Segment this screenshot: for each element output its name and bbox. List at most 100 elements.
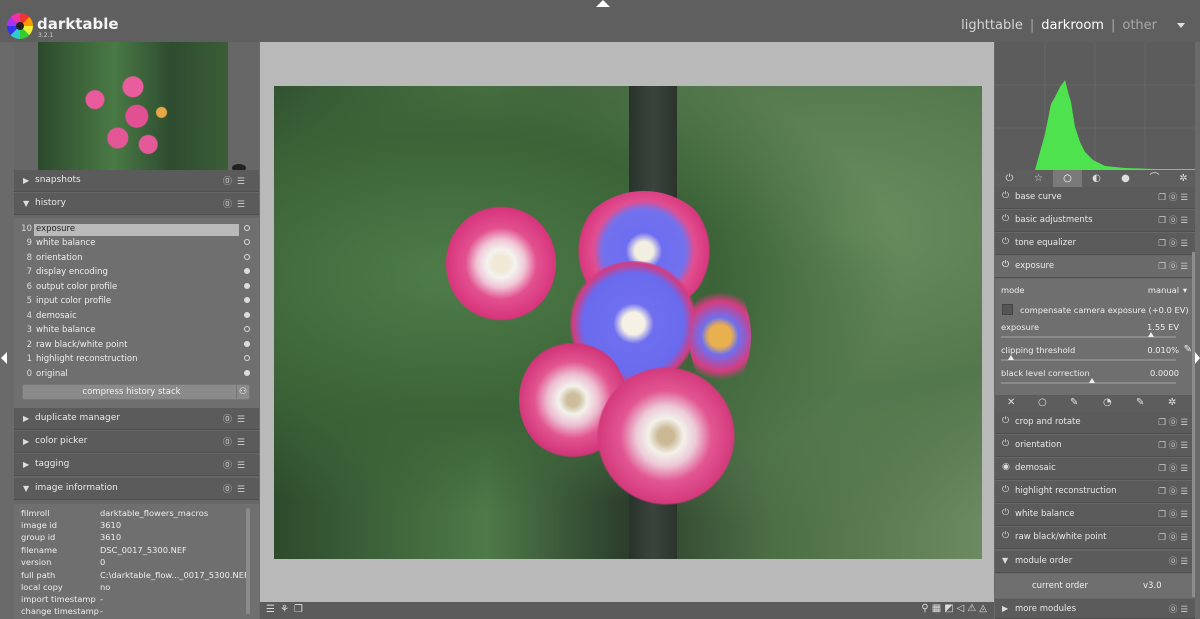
reset-presets-icons[interactable]: ⓪☰ [223, 482, 250, 495]
module-header-icons[interactable]: ❐⓪☰ [1158, 237, 1191, 249]
module-header-icons[interactable]: ❐⓪☰ [1158, 531, 1191, 543]
reset-presets-icons[interactable]: ⓪☰ [223, 458, 250, 471]
module-demosaic[interactable]: ◉ demosaic ❐⓪☰ [995, 458, 1195, 480]
star-icon[interactable]: ☆ [1024, 170, 1053, 188]
module-crop-and-rotate[interactable]: ⏻ crop and rotate ❐⓪☰ [995, 412, 1195, 434]
power-icon[interactable]: ⏻ [995, 170, 1024, 188]
clipping-slider[interactable] [1001, 355, 1176, 361]
module-header-icons[interactable]: ❐⓪☰ [1158, 462, 1191, 474]
mode-select[interactable]: manual [1148, 285, 1179, 295]
module-white-balance[interactable]: ⏻ white balance ❐⓪☰ [995, 504, 1195, 526]
module-group-tabs: ⏻ ☆ ○ ◐ ● ⌒ ✲ [995, 170, 1195, 188]
circle-icon[interactable]: ○ [1053, 170, 1082, 188]
module-header-icons[interactable]: ⓪☰ [1169, 555, 1191, 567]
correct-icon[interactable]: ⌒ [1140, 170, 1169, 188]
black-level-slider-row[interactable]: black level correction 0.0000 [1001, 368, 1189, 378]
chevron-down-icon[interactable] [1177, 23, 1185, 28]
exposure-slider[interactable] [1001, 332, 1176, 338]
module-orientation[interactable]: ⏻ orientation ❐⓪☰ [995, 435, 1195, 457]
module-header-icons[interactable]: ❐⓪☰ [1158, 485, 1191, 497]
history-item[interactable]: 3 white balance [14, 325, 259, 339]
power-icon[interactable]: ⏻ [1002, 237, 1009, 247]
exposure-slider-row[interactable]: exposure 1.55 EV [1001, 322, 1189, 332]
module-base-curve[interactable]: ⏻ base curve ❐⓪☰ [995, 187, 1195, 209]
module-header-icons[interactable]: ❐⓪☰ [1158, 260, 1191, 272]
reset-presets-icons[interactable]: ⓪☰ [223, 435, 250, 448]
module-header-icons[interactable]: ⓪☰ [1169, 603, 1191, 615]
more-modules[interactable]: ▶ more modules ⓪☰ [995, 599, 1195, 619]
module-exposure[interactable]: ⏻ exposure ❐⓪☰ [995, 256, 1195, 278]
collapse-right-panel-arrow-icon[interactable] [1195, 352, 1200, 364]
parametric-mask-icon[interactable]: ◔ [1103, 397, 1112, 408]
module-tagging[interactable]: ▶ tagging ⓪☰ [14, 454, 259, 476]
reset-presets-icons[interactable]: ⓪☰ [223, 412, 250, 425]
tone-icon[interactable]: ◐ [1082, 170, 1111, 188]
drawn-parametric-mask-icon[interactable]: ✎ [1136, 397, 1144, 408]
collapse-left-panel-arrow-icon[interactable] [1, 352, 7, 364]
close-icon[interactable]: ✕ [1007, 397, 1015, 408]
power-icon[interactable]: ⏻ [1002, 508, 1009, 518]
history-item[interactable]: 5 input color profile [14, 296, 259, 310]
power-icon[interactable]: ⏻ [1002, 416, 1009, 426]
compensate-checkbox[interactable] [1002, 304, 1013, 315]
slider-handle[interactable] [1088, 378, 1095, 383]
view-other[interactable]: other [1122, 18, 1157, 33]
slider-handle[interactable] [1008, 355, 1014, 360]
power-icon[interactable]: ⏻ [1002, 260, 1009, 270]
history-item[interactable]: 8 orientation [14, 253, 259, 267]
module-header-icons[interactable]: ❐⓪☰ [1158, 416, 1191, 428]
history-item[interactable]: 7 display encoding [14, 267, 259, 281]
overexposure-gamut-icons[interactable]: ⚲▦◩◁⚠◬ [921, 603, 990, 614]
black-level-slider[interactable] [1001, 378, 1176, 384]
clipping-slider-row[interactable]: clipping threshold 0.010% ✎ [1001, 344, 1192, 355]
raster-mask-icon[interactable]: ✲ [1168, 397, 1176, 408]
right-panel-scrollbar[interactable] [1192, 252, 1195, 597]
navigation-thumbnail[interactable] [38, 42, 246, 172]
module-duplicate-manager[interactable]: ▶ duplicate manager ⓪☰ [14, 408, 259, 430]
power-icon[interactable]: ⏻ [1002, 439, 1009, 449]
module-module-order[interactable]: ▼ module order ⓪☰ [995, 551, 1195, 573]
photo-canvas[interactable] [274, 86, 982, 559]
info-scrollbar[interactable] [246, 508, 250, 614]
module-tone-equalizer[interactable]: ⏻ tone equalizer ❐⓪☰ [995, 233, 1195, 255]
history-item[interactable]: 1 highlight reconstruction [14, 354, 259, 368]
history-item[interactable]: 10 exposure [14, 224, 259, 238]
module-color-picker[interactable]: ▶ color picker ⓪☰ [14, 431, 259, 453]
collapse-top-panel-arrow-icon[interactable] [596, 0, 610, 7]
module-basic-adjustments[interactable]: ⏻ basic adjustments ❐⓪☰ [995, 210, 1195, 232]
module-raw-black-white-point[interactable]: ⏻ raw black/white point ❐⓪☰ [995, 527, 1195, 549]
chevron-down-icon[interactable]: ▾ [1183, 285, 1187, 295]
history-item[interactable]: 9 white balance [14, 238, 259, 252]
module-header-icons[interactable]: ❐⓪☰ [1158, 439, 1191, 451]
reset-presets-icons[interactable]: ⓪☰ [223, 174, 250, 187]
slider-handle[interactable] [1148, 332, 1154, 337]
history-item[interactable]: 6 output color profile [14, 282, 259, 296]
module-snapshots[interactable]: ▶ snapshots ⓪☰ [14, 170, 259, 192]
module-header-icons[interactable]: ❐⓪☰ [1158, 508, 1191, 520]
color-icon[interactable]: ● [1111, 170, 1140, 188]
view-darkroom[interactable]: darkroom [1041, 18, 1104, 33]
view-lighttable[interactable]: lighttable [961, 18, 1023, 33]
quick-access-icons[interactable]: ☰⚘❐ [266, 604, 308, 615]
effect-icon[interactable]: ✲ [1169, 170, 1198, 188]
color-picker-icon[interactable]: ✎ [1184, 344, 1192, 355]
module-history[interactable]: ▼ history ⓪☰ [14, 193, 259, 215]
power-icon[interactable]: ⏻ [1002, 214, 1009, 224]
compress-history-button[interactable]: compress history stack [22, 384, 241, 400]
history-item[interactable]: 2 raw black/white point [14, 340, 259, 354]
reset-presets-icons[interactable]: ⓪☰ [223, 197, 250, 210]
history-item[interactable]: 4 demosaic [14, 311, 259, 325]
module-highlight-reconstruction[interactable]: ⏻ highlight reconstruction ❐⓪☰ [995, 481, 1195, 503]
module-header-icons[interactable]: ❐⓪☰ [1158, 214, 1191, 226]
power-icon[interactable]: ⏻ [1002, 531, 1009, 541]
drawn-mask-icon[interactable]: ✎ [1070, 397, 1078, 408]
module-image-information[interactable]: ▼ image information ⓪☰ [14, 478, 259, 500]
power-icon[interactable]: ⏻ [1002, 485, 1009, 495]
create-style-icon[interactable]: ⚇ [236, 384, 250, 400]
power-icon[interactable]: ⏻ [1002, 191, 1009, 201]
history-item[interactable]: 0 original [14, 369, 259, 383]
histogram[interactable] [995, 42, 1195, 170]
module-header-icons[interactable]: ❐⓪☰ [1158, 191, 1191, 203]
mode-row[interactable]: mode manual ▾ [1001, 285, 1189, 295]
uniform-mask-icon[interactable]: ○ [1038, 397, 1047, 408]
